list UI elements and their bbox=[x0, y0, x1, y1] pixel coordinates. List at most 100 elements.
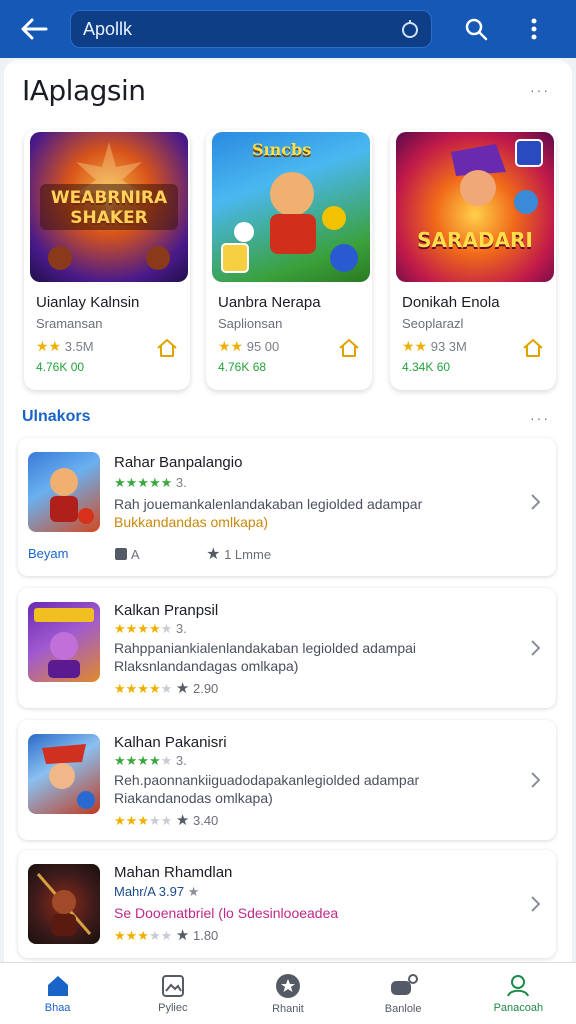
list-item[interactable]: Kalkan Pranpsil ★★★★★ 3. Rahppaniankiale… bbox=[18, 588, 556, 708]
star-icon: ★★★★ bbox=[114, 753, 161, 768]
app-rating: ★★★★★ 3. bbox=[114, 475, 187, 490]
app-developer: Seoplarazl bbox=[402, 316, 464, 331]
app-description: Se Dooenatbriel (lo Sdesinlooeadea bbox=[114, 905, 339, 921]
back-button[interactable] bbox=[14, 9, 54, 49]
featured-carousel: WEABRNIRA SHAKER Uianlay Kalnsin Sramans… bbox=[20, 130, 560, 392]
app-rating: ★★ 93 3M bbox=[402, 338, 467, 354]
nav-item-images[interactable]: Pyliec bbox=[123, 966, 223, 1022]
app-thumbnail bbox=[28, 734, 100, 814]
search-button[interactable] bbox=[456, 9, 496, 49]
star-icon: ★★★★★ bbox=[114, 475, 173, 490]
chevron-right-icon[interactable] bbox=[528, 492, 542, 512]
app-rating: ★★ 3.5M bbox=[36, 338, 94, 354]
featured-art: WEABRNIRA SHAKER bbox=[30, 132, 188, 282]
nav-label: Rhanit bbox=[272, 1002, 304, 1015]
app-description-secondary: Riakandanodas omlkapa) bbox=[114, 790, 273, 806]
app-meta: A ★ 1 Lmme bbox=[114, 544, 271, 564]
page-title: IAplagsin bbox=[22, 74, 146, 107]
star-icon: ★★ bbox=[402, 338, 428, 354]
featured-art-title: SARADARI bbox=[417, 228, 533, 252]
app-description: Rahppaniankialenlandakaban legiolded ada… bbox=[114, 640, 417, 656]
app-description: Reh.paonnankiiguadodapakanlegiolded adam… bbox=[114, 772, 420, 788]
search-icon bbox=[465, 18, 488, 41]
top-app-bar bbox=[0, 0, 576, 58]
app-price-row: ★★★★★ ★ 2.90 bbox=[114, 680, 219, 697]
featured-art-title: WEABRNIRA SHAKER bbox=[50, 188, 168, 228]
home-icon bbox=[47, 975, 68, 996]
more-vert-icon bbox=[531, 18, 537, 40]
chevron-right-icon[interactable] bbox=[528, 894, 542, 914]
page-content: IAplagsin ··· WEABRNIRA SHAKER Uianlay K… bbox=[4, 60, 572, 964]
star-icon: ★ bbox=[175, 680, 190, 697]
section-title: Ulnakors bbox=[22, 408, 91, 425]
mic-icon[interactable] bbox=[399, 18, 421, 40]
app-rating: ★★ 95 00 bbox=[218, 338, 280, 354]
app-thumbnail bbox=[28, 864, 100, 944]
games-icon bbox=[391, 973, 419, 995]
app-rating: Mahr/A 3.97 ★ bbox=[114, 884, 200, 899]
app-title: Kalkan Pranpsil bbox=[114, 602, 219, 619]
nav-label: Banlole bbox=[384, 1002, 422, 1015]
app-thumbnail bbox=[28, 602, 100, 682]
app-name: Uianlay Kalnsin bbox=[36, 294, 140, 311]
app-thumbnail bbox=[28, 452, 100, 532]
featured-card[interactable]: SARADARI Donikah Enola Seoplarazl ★★ 93 … bbox=[390, 130, 556, 390]
page-more-button[interactable]: ··· bbox=[530, 82, 550, 98]
chevron-right-icon[interactable] bbox=[528, 770, 542, 790]
app-price: 4.76K 68 bbox=[218, 360, 267, 374]
star-icon: ★ bbox=[175, 927, 190, 944]
star-icon: ★ bbox=[206, 546, 221, 563]
overflow-menu-button[interactable] bbox=[514, 9, 554, 49]
app-description-secondary: Rlaksnlandandagas omlkapa) bbox=[114, 658, 299, 674]
nav-item-home[interactable]: Bhaa bbox=[8, 966, 108, 1022]
app-title: Kalhan Pakanisri bbox=[114, 734, 227, 751]
app-developer: Sramansan bbox=[36, 316, 103, 331]
home-outline-icon[interactable] bbox=[338, 338, 360, 358]
star-icon: ★★ bbox=[36, 338, 62, 354]
featured-art: Sıncbs bbox=[212, 132, 370, 282]
app-name: Uanbra Nerapa bbox=[218, 294, 321, 311]
tag-icon bbox=[115, 548, 127, 560]
app-rating: ★★★★★ 3. bbox=[114, 753, 187, 768]
list-item[interactable]: Mahan Rhamdlan Mahr/A 3.97 ★ Se Dooenatb… bbox=[18, 850, 556, 958]
star-icon: ★ bbox=[175, 812, 190, 829]
app-title: Rahar Banpalangio bbox=[114, 454, 243, 471]
app-price-row: ★★★★★ ★ 3.40 bbox=[114, 812, 219, 829]
nav-label: Panacoah bbox=[493, 1001, 544, 1014]
featured-card[interactable]: WEABRNIRA SHAKER Uianlay Kalnsin Sramans… bbox=[24, 130, 190, 390]
nav-item-featured[interactable]: Rhanit bbox=[238, 966, 338, 1022]
nav-label: Pyliec bbox=[158, 1001, 188, 1014]
search-box[interactable] bbox=[70, 10, 432, 48]
home-outline-icon[interactable] bbox=[522, 338, 544, 358]
app-developer: Saplionsan bbox=[218, 316, 283, 331]
image-icon bbox=[161, 974, 184, 997]
star-icon: ★★ bbox=[218, 338, 244, 354]
section-more-button[interactable]: ··· bbox=[530, 410, 550, 426]
star-icon: ★★★★ bbox=[114, 621, 161, 636]
app-price: 4.34K 60 bbox=[402, 360, 451, 374]
list-item[interactable]: Rahar Banpalangio ★★★★★ 3. Rah jouemanka… bbox=[18, 438, 556, 576]
star-circle-icon bbox=[275, 973, 300, 998]
app-description: Rah jouemankalenlandakaban legiolded ada… bbox=[114, 496, 423, 512]
featured-art-title: Sıncbs bbox=[252, 140, 312, 159]
app-description-secondary: Bukkandandas omlkapa) bbox=[114, 514, 269, 530]
list-item[interactable]: Kalhan Pakanisri ★★★★★ 3. Reh.paonnankii… bbox=[18, 720, 556, 840]
app-price-row: ★★★★★ ★ 1.80 bbox=[114, 927, 219, 944]
featured-card[interactable]: Sıncbs Uanbra Nerapa Saplionsan ★★ 95 00… bbox=[206, 130, 372, 390]
chevron-right-icon[interactable] bbox=[528, 638, 542, 658]
search-input[interactable] bbox=[83, 18, 399, 40]
arrow-left-icon bbox=[21, 18, 48, 40]
app-price: 4.76K 00 bbox=[36, 360, 85, 374]
app-name: Donikah Enola bbox=[402, 294, 500, 311]
bottom-navigation: Bhaa Pyliec Rhanit Banlole Panacoah bbox=[0, 962, 576, 1024]
home-outline-icon[interactable] bbox=[156, 338, 178, 358]
nav-item-games[interactable]: Banlole bbox=[353, 966, 453, 1022]
app-badge: Beyam bbox=[28, 546, 69, 561]
person-icon bbox=[507, 974, 530, 996]
nav-item-profile[interactable]: Panacoah bbox=[468, 966, 568, 1022]
app-rating: ★★★★★ 3. bbox=[114, 621, 187, 636]
featured-art: SARADARI bbox=[396, 132, 554, 282]
app-title: Mahan Rhamdlan bbox=[114, 864, 233, 881]
nav-label: Bhaa bbox=[44, 1001, 71, 1014]
star-icon: ★ bbox=[187, 884, 200, 899]
